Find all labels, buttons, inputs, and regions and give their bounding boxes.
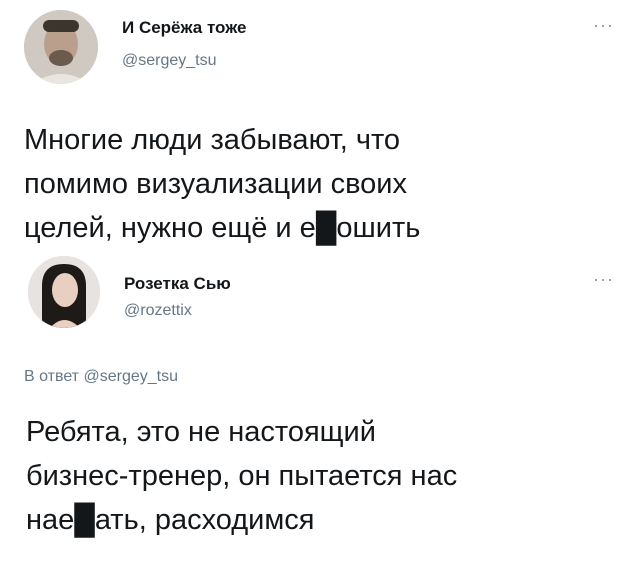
tweet-2: Розетка Сью @rozettix ··· В ответ @serge…	[0, 256, 640, 564]
tweet-1: И Серёжа тоже @sergey_tsu ··· Многие люд…	[0, 0, 640, 256]
tweet-text: Многие люди забывают, что помимо визуали…	[24, 118, 614, 250]
avatar[interactable]	[28, 256, 100, 328]
tweet-text: Ребята, это не настоящий бизнес-тренер, …	[26, 410, 616, 542]
avatar-photo	[24, 10, 98, 84]
author-name[interactable]: Розетка Сью	[124, 274, 231, 294]
author-name[interactable]: И Серёжа тоже	[122, 18, 247, 38]
avatar[interactable]	[24, 10, 98, 84]
reply-prefix: В ответ	[24, 368, 80, 385]
tweet-text-line: целей, нужно ещё и е█ошить	[24, 212, 421, 244]
author-handle[interactable]: @rozettix	[124, 302, 192, 320]
reply-mention-link[interactable]: @sergey_tsu	[83, 368, 178, 385]
tweet-text-line: нае█ать, расходимся	[26, 504, 315, 536]
tweet-text-line: Многие люди забывают, что	[24, 124, 401, 156]
author-handle[interactable]: @sergey_tsu	[122, 52, 217, 70]
reply-context: В ответ @sergey_tsu	[24, 368, 178, 386]
tweet-text-line: бизнес-тренер, он пытается нас	[26, 460, 458, 492]
more-icon[interactable]: ···	[593, 270, 614, 288]
more-icon[interactable]: ···	[593, 16, 614, 34]
tweet-text-line: помимо визуализации своих	[24, 168, 407, 200]
avatar-photo	[28, 256, 100, 328]
tweet-text-line: Ребята, это не настоящий	[26, 416, 376, 448]
